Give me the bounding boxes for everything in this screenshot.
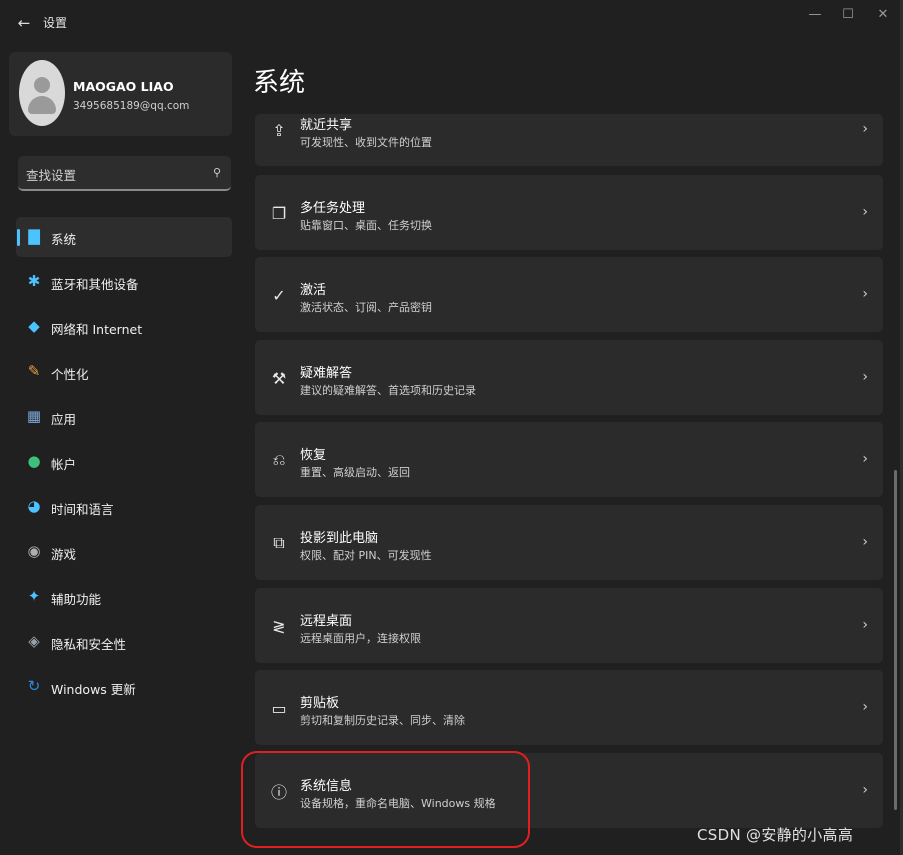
setting-card-nearby-sharing[interactable]: ⇪ 就近共享 可发现性、收到文件的位置 ›	[255, 114, 883, 166]
setting-card-about[interactable]: ⓘ 系统信息 设备规格，重命名电脑、Windows 规格 ›	[255, 753, 883, 828]
sidebar-item-label: 辅助功能	[51, 592, 102, 607]
sidebar-item-bluetooth[interactable]: ✱ 蓝牙和其他设备	[16, 262, 232, 302]
person-icon: ●	[27, 452, 41, 470]
sidebar-item-accessibility[interactable]: ✦ 辅助功能	[16, 577, 232, 617]
sidebar-item-label: 系统	[51, 232, 77, 247]
card-subtitle: 贴靠窗口、桌面、任务切换	[300, 219, 432, 232]
card-subtitle: 权限、配对 PIN、可发现性	[300, 549, 432, 562]
sidebar-item-privacy[interactable]: ◈ 隐私和安全性	[16, 622, 232, 662]
setting-card-projecting[interactable]: ⧉ 投影到此电脑 权限、配对 PIN、可发现性 ›	[255, 505, 883, 580]
sidebar-item-time-language[interactable]: ◕ 时间和语言	[16, 487, 232, 527]
maximize-icon[interactable]: ☐	[833, 4, 863, 24]
sidebar-item-label: 应用	[51, 412, 77, 427]
recovery-icon: ⎌	[272, 450, 286, 469]
setting-card-multitasking[interactable]: ❐ 多任务处理 贴靠窗口、桌面、任务切换 ›	[255, 175, 883, 250]
sidebar-item-accounts[interactable]: ● 帐户	[16, 442, 232, 482]
sidebar-item-label: 蓝牙和其他设备	[51, 277, 139, 292]
chevron-right-icon: ›	[862, 617, 868, 633]
watermark: CSDN @安静的小高高	[697, 826, 854, 844]
sidebar-item-gaming[interactable]: ◉ 游戏	[16, 532, 232, 572]
avatar-head	[34, 77, 50, 93]
title-bar: ← 设置 — ☐ ✕	[0, 0, 903, 44]
search-input[interactable]: 查找设置 ⚲	[18, 156, 231, 191]
sidebar-item-personalization[interactable]: ✎ 个性化	[16, 352, 232, 392]
setting-card-activation[interactable]: ✓ 激活 激活状态、订阅、产品密钥 ›	[255, 257, 883, 332]
card-title: 远程桌面	[300, 614, 353, 629]
card-subtitle: 可发现性、收到文件的位置	[300, 136, 432, 149]
card-title: 剪贴板	[300, 696, 340, 711]
chevron-right-icon: ›	[862, 699, 868, 715]
accessibility-icon: ✦	[27, 587, 41, 605]
user-name: MAOGAO LIAO	[73, 79, 174, 94]
search-placeholder: 查找设置	[26, 168, 77, 183]
chevron-right-icon: ›	[862, 286, 868, 302]
card-title: 激活	[300, 283, 327, 298]
setting-card-recovery[interactable]: ⎌ 恢复 重置、高级启动、返回 ›	[255, 422, 883, 497]
setting-card-clipboard[interactable]: ▭ 剪贴板 剪切和复制历史记录、同步、清除 ›	[255, 670, 883, 745]
avatar	[19, 60, 65, 126]
gamepad-icon: ◉	[27, 542, 41, 560]
chevron-right-icon: ›	[862, 534, 868, 550]
sidebar-item-network[interactable]: ◆ 网络和 Internet	[16, 307, 232, 347]
chevron-right-icon: ›	[862, 121, 868, 137]
card-title: 恢复	[300, 448, 327, 463]
update-icon: ↻	[27, 677, 41, 695]
back-arrow-icon[interactable]: ←	[14, 13, 34, 33]
card-subtitle: 建议的疑难解答、首选项和历史记录	[300, 384, 476, 397]
card-title: 就近共享	[300, 118, 353, 133]
scrollbar[interactable]	[894, 470, 897, 810]
chevron-right-icon: ›	[862, 204, 868, 220]
card-subtitle: 剪切和复制历史记录、同步、清除	[300, 714, 465, 727]
card-title: 多任务处理	[300, 201, 366, 216]
sidebar-item-label: 个性化	[51, 367, 89, 382]
chevron-right-icon: ›	[862, 369, 868, 385]
chevron-right-icon: ›	[862, 782, 868, 798]
card-subtitle: 设备规格，重命名电脑、Windows 规格	[300, 797, 496, 810]
card-subtitle: 重置、高级启动、返回	[300, 466, 410, 479]
apps-icon: ▦	[26, 407, 42, 425]
sidebar-item-system[interactable]: ▇ 系统	[16, 217, 232, 257]
sidebar-item-label: 网络和 Internet	[51, 322, 143, 337]
search-icon: ⚲	[212, 166, 221, 179]
card-title: 疑难解答	[300, 366, 353, 381]
card-subtitle: 激活状态、订阅、产品密钥	[300, 301, 432, 314]
share-icon: ⇪	[272, 120, 286, 140]
avatar-icon	[19, 60, 65, 126]
clipboard-icon: ▭	[271, 698, 287, 718]
sidebar-item-windows-update[interactable]: ↻ Windows 更新	[16, 667, 232, 707]
account-profile-card[interactable]: MAOGAO LIAO 3495685189@qq.com	[9, 52, 232, 136]
page-title: 系统	[253, 68, 306, 98]
settings-window: ← 设置 — ☐ ✕ MAOGAO LIAO 3495685189@qq.com…	[0, 0, 903, 855]
clock-globe-icon: ◕	[27, 497, 41, 515]
system-icon: ▇	[28, 227, 40, 245]
card-title: 系统信息	[300, 779, 353, 794]
setting-card-remote-desktop[interactable]: ≷ 远程桌面 远程桌面用户，连接权限 ›	[255, 588, 883, 663]
bluetooth-icon: ✱	[27, 272, 41, 290]
chevron-right-icon: ›	[862, 451, 868, 467]
minimize-icon[interactable]: —	[800, 4, 830, 24]
brush-icon: ✎	[27, 362, 41, 380]
avatar-body	[28, 96, 56, 114]
sidebar-item-label: 时间和语言	[51, 502, 114, 517]
projection-icon: ⧉	[273, 533, 285, 552]
app-title: 设置	[43, 16, 68, 30]
info-icon: ⓘ	[270, 783, 287, 802]
active-indicator	[17, 229, 20, 246]
close-icon[interactable]: ✕	[868, 4, 898, 24]
sidebar-item-label: 游戏	[51, 547, 77, 562]
sidebar-item-label: 帐户	[51, 457, 77, 472]
checkmark-circle-icon: ✓	[272, 285, 286, 305]
remote-desktop-icon: ≷	[272, 616, 286, 636]
user-email: 3495685189@qq.com	[73, 100, 190, 112]
sidebar-item-apps[interactable]: ▦ 应用	[16, 397, 232, 437]
wifi-icon: ◆	[28, 317, 40, 335]
sidebar-item-label: 隐私和安全性	[51, 637, 127, 652]
multitask-icon: ❐	[271, 203, 287, 223]
sidebar-item-label: Windows 更新	[51, 682, 136, 697]
wrench-icon: ⚒	[271, 368, 287, 388]
setting-card-troubleshoot[interactable]: ⚒ 疑难解答 建议的疑难解答、首选项和历史记录 ›	[255, 340, 883, 415]
card-title: 投影到此电脑	[300, 531, 379, 546]
card-subtitle: 远程桌面用户，连接权限	[300, 632, 421, 645]
shield-icon: ◈	[28, 632, 40, 650]
